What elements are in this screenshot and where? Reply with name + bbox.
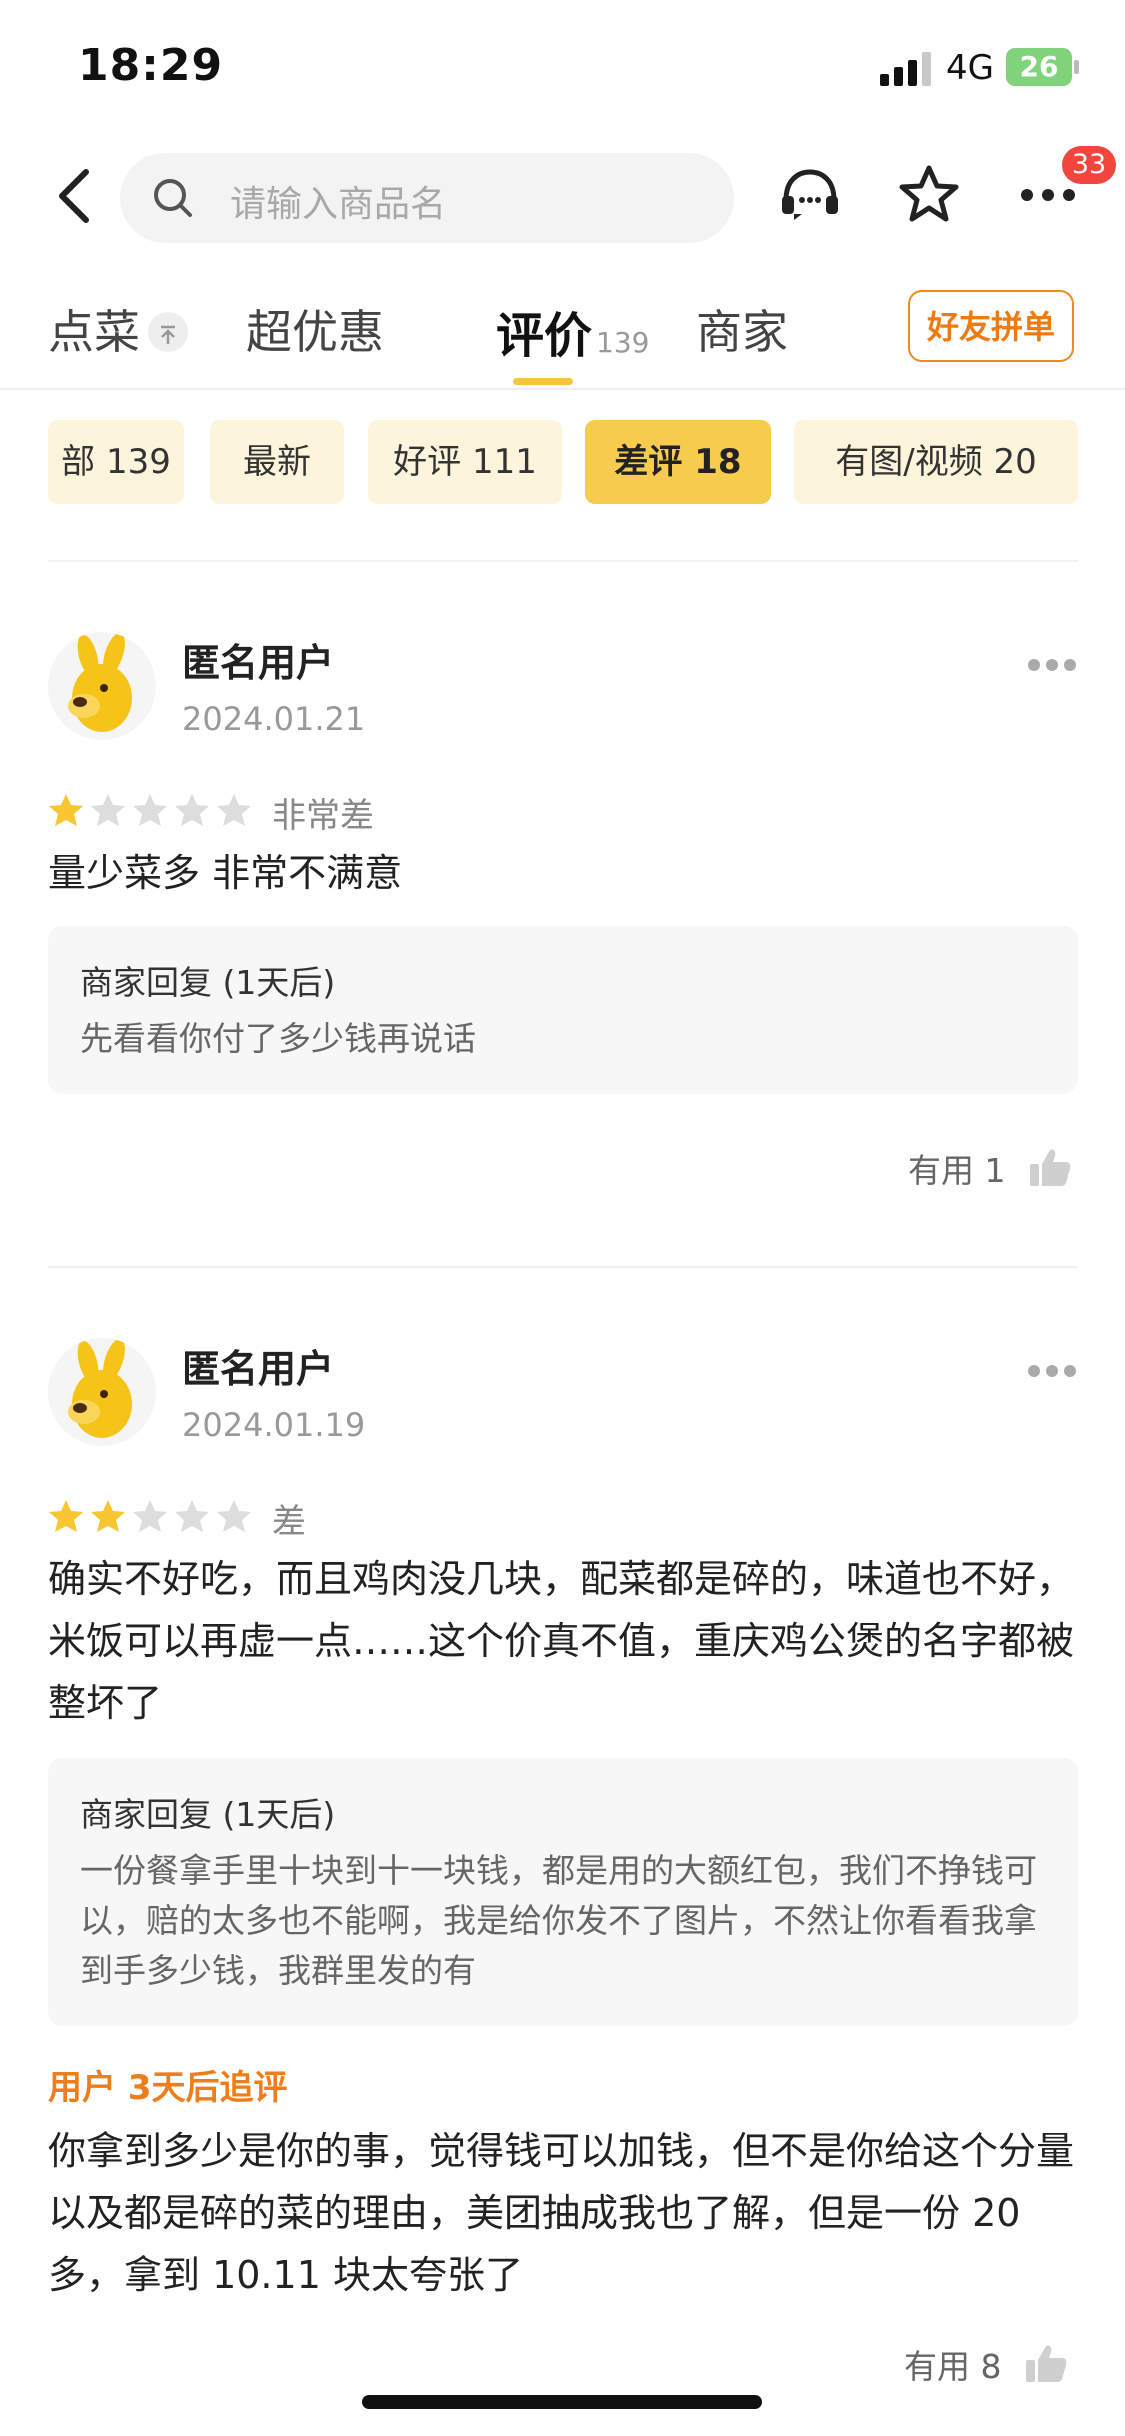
review-card: 匿名用户 2024.01.21 非常差 量少菜多 非常不满意 商家回复 (1天后… — [0, 632, 1125, 1212]
merchant-reply-text: 一份餐拿手里十块到十一块钱，都是用的大额红包，我们不挣钱可以，赔的太多也不能啊，… — [80, 1851, 1037, 1990]
back-arrow-icon[interactable] — [52, 168, 96, 224]
review-more-icon[interactable] — [1028, 1362, 1088, 1382]
star-icon — [91, 1500, 125, 1532]
review-rating-text: 差 — [272, 1502, 306, 1542]
merchant-reply: 商家回复 (1天后) 一份餐拿手里十块到十一块钱，都是用的大额红包，我们不挣钱可… — [48, 1758, 1078, 2026]
tab-order[interactable]: 点菜 — [48, 296, 188, 362]
filter-negative[interactable]: 差评 18 — [585, 420, 771, 504]
star-icon — [175, 794, 209, 826]
section-divider — [48, 560, 1078, 562]
review-date: 2024.01.19 — [182, 1406, 366, 1444]
search-input[interactable]: 请输入商品名 — [120, 153, 734, 243]
group-order-button[interactable]: 好友拼单 — [908, 290, 1074, 362]
followup-label: 用户 3天后追评 — [48, 2068, 288, 2108]
followup-content: 你拿到多少是你的事，觉得钱可以加钱，但不是你给这个分量以及都是碎的菜的理由，美团… — [48, 2129, 1075, 2297]
tab-divider — [0, 388, 1125, 390]
merchant-reply: 商家回复 (1天后) 先看看你付了多少钱再说话 — [48, 926, 1078, 1094]
star-favorite-icon[interactable] — [898, 164, 960, 224]
star-icon — [175, 1500, 209, 1532]
filter-with-media[interactable]: 有图/视频 20 — [794, 420, 1078, 504]
section-divider — [48, 1266, 1078, 1268]
avatar — [48, 632, 156, 740]
star-icon — [49, 794, 83, 826]
home-indicator[interactable] — [362, 2395, 762, 2409]
review-star-rating — [48, 792, 256, 836]
tab-reviews-count: 139 — [596, 326, 650, 359]
review-date: 2024.01.21 — [182, 700, 366, 738]
merchant-reply-text: 先看看你付了多少钱再说话 — [80, 1019, 476, 1058]
signal-icon — [880, 52, 931, 86]
star-icon — [133, 1500, 167, 1532]
tab-merchant[interactable]: 商家 — [696, 296, 788, 362]
tab-deals[interactable]: 超优惠 — [246, 296, 384, 362]
merchant-reply-title: 商家回复 (1天后) — [80, 1795, 336, 1834]
avatar — [48, 1338, 156, 1446]
review-filter-bar[interactable]: 部 139 最新 好评 111 差评 18 有图/视频 20 — [48, 420, 1078, 504]
helpful-count: 有用 1 — [908, 1151, 1006, 1190]
more-options-icon[interactable] — [1020, 188, 1076, 202]
tab-deals-label: 超优惠 — [246, 305, 384, 359]
review-username: 匿名用户 — [182, 641, 335, 685]
merchant-reply-title: 商家回复 (1天后) — [80, 963, 336, 1002]
thumbs-up-icon — [1030, 1149, 1071, 1186]
tab-reviews[interactable]: 评价 139 — [496, 296, 649, 366]
star-icon — [133, 794, 167, 826]
review-username: 匿名用户 — [182, 1347, 335, 1391]
customer-service-icon[interactable] — [778, 166, 842, 226]
tab-merchant-label: 商家 — [696, 305, 788, 359]
star-icon — [49, 1500, 83, 1532]
helpful-button[interactable]: 有用 1 — [908, 1144, 1072, 1192]
notification-badge: 33 — [1062, 146, 1116, 184]
pin-icon — [148, 311, 188, 352]
star-icon — [217, 794, 251, 826]
thumbs-up-icon — [1026, 2345, 1067, 2382]
tab-order-label: 点菜 — [48, 305, 140, 359]
battery-icon: 26 — [1006, 48, 1079, 86]
network-label: 4G — [946, 48, 994, 88]
review-card: 匿名用户 2024.01.19 差 确实不好吃，而且鸡肉没几块，配菜都是碎的，味… — [0, 1338, 1125, 2398]
review-content: 量少菜多 非常不满意 — [48, 851, 403, 895]
helpful-button[interactable]: 有用 8 — [904, 2340, 1068, 2388]
review-rating-text: 非常差 — [272, 796, 374, 836]
search-placeholder: 请输入商品名 — [230, 184, 447, 225]
search-icon — [154, 179, 192, 217]
active-tab-indicator — [513, 378, 573, 385]
tab-reviews-label: 评价 — [496, 308, 593, 364]
filter-latest[interactable]: 最新 — [210, 420, 344, 504]
status-bar: 18:29 4G 26 — [0, 0, 1125, 140]
review-star-rating — [48, 1498, 256, 1542]
status-time: 18:29 — [78, 40, 224, 91]
review-more-icon[interactable] — [1028, 656, 1088, 676]
star-icon — [91, 794, 125, 826]
filter-positive[interactable]: 好评 111 — [368, 420, 562, 504]
review-content: 确实不好吃，而且鸡肉没几块，配菜都是碎的，味道也不好，米饭可以再虚一点……这个价… — [48, 1557, 1075, 1725]
star-icon — [217, 1500, 251, 1532]
filter-all[interactable]: 部 139 — [48, 420, 184, 504]
helpful-count: 有用 8 — [904, 2347, 1002, 2386]
